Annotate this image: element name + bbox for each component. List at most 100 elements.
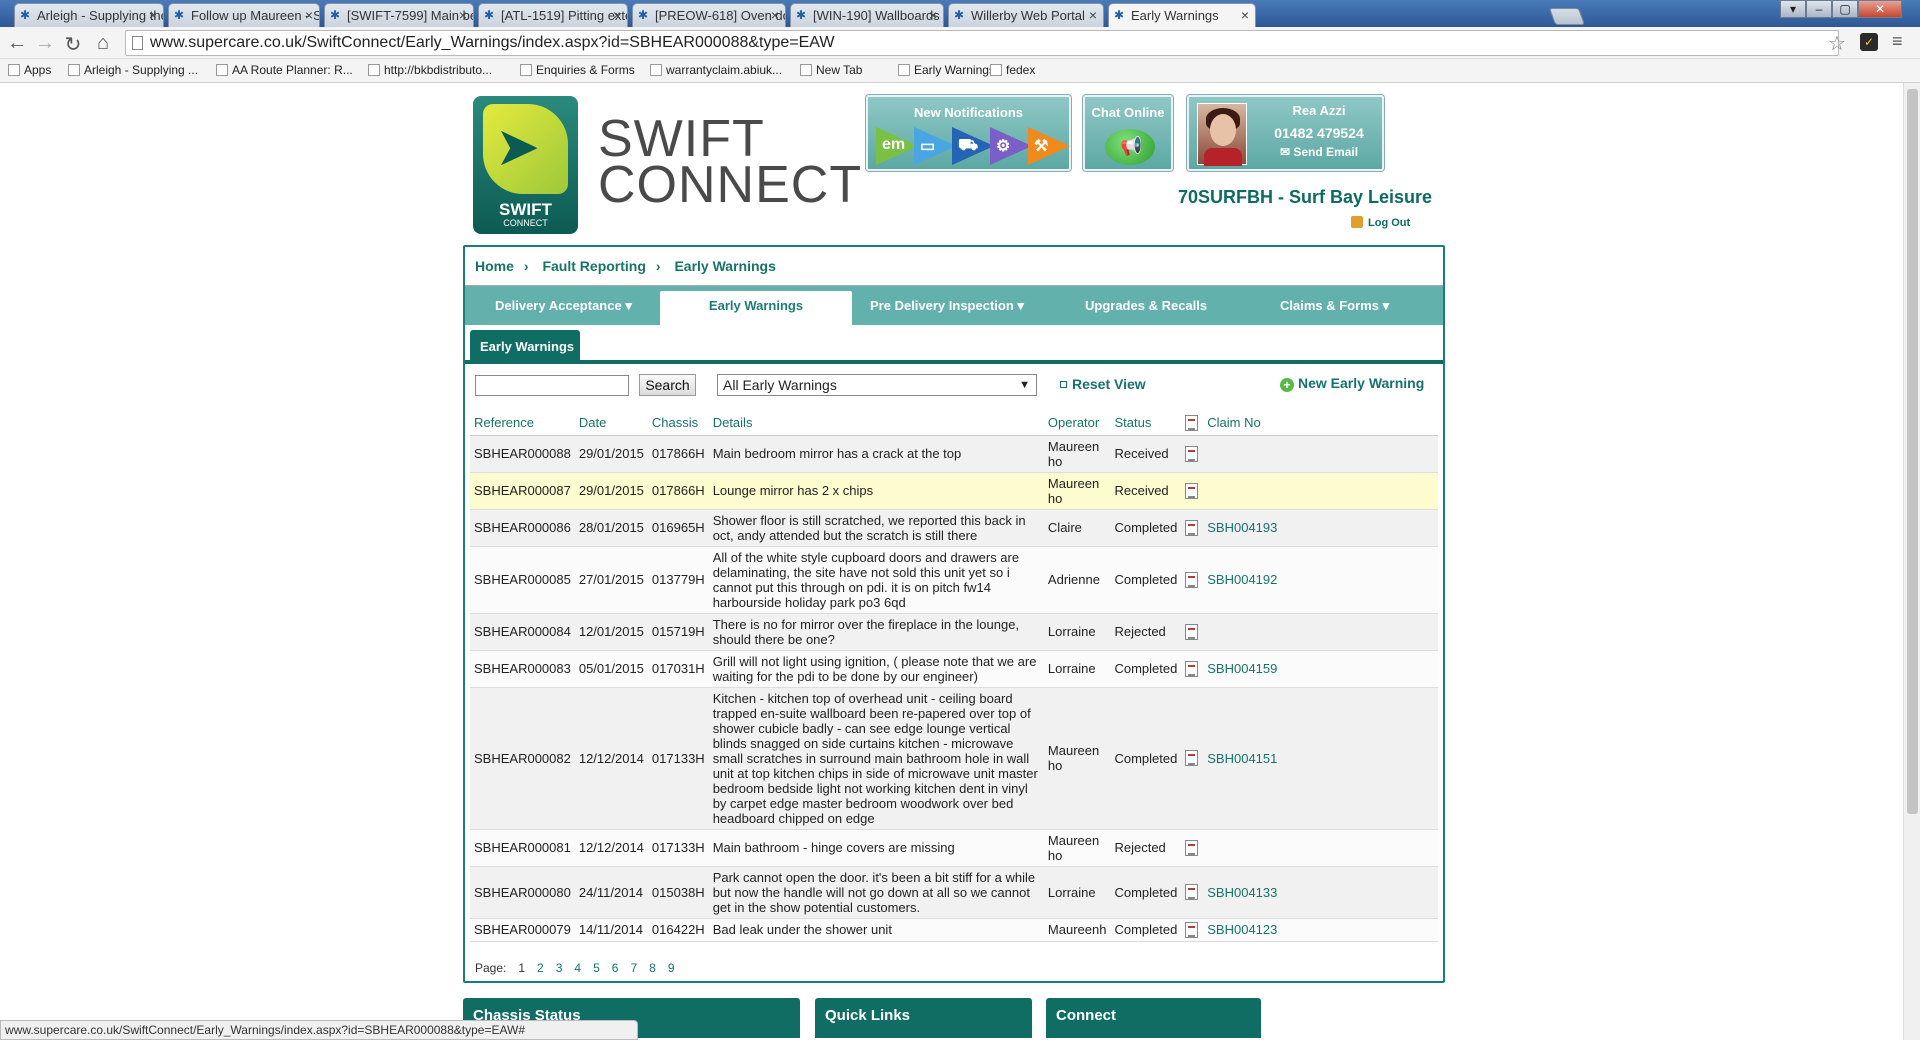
table-row[interactable]: SBHEAR000085 27/01/2015 013779H All of the … — [470, 546, 1438, 614]
warning-filter-select[interactable]: All Early Warnings ▼ — [717, 374, 1037, 396]
cell-claim-no[interactable] — [1203, 613, 1438, 651]
menu-icon[interactable]: ≡ — [1892, 31, 1903, 52]
cell-claim-no[interactable] — [1203, 829, 1438, 867]
chat-widget[interactable]: Chat Online 📢 — [1083, 95, 1173, 171]
tab-close-icon[interactable]: × — [929, 7, 937, 23]
cell-document[interactable] — [1181, 509, 1204, 547]
page-link[interactable]: 4 — [574, 961, 581, 975]
browser-tab[interactable]: ✱ Follow up Maureen - Surf× — [168, 3, 320, 27]
notification-category-icon[interactable]: ⚒ — [1028, 127, 1072, 165]
table-row[interactable]: SBHEAR000082 12/12/2014 017133H Kitchen - k… — [470, 687, 1438, 830]
breadcrumb-home[interactable]: Home — [475, 258, 514, 274]
tab-close-icon[interactable]: × — [771, 7, 779, 23]
tab-close-icon[interactable]: × — [459, 7, 467, 23]
column-header[interactable]: Operator — [1043, 411, 1111, 436]
new-tab-button[interactable] — [1548, 8, 1586, 25]
cell-claim-no[interactable]: SBH004192 — [1203, 546, 1438, 614]
bookmark-item[interactable]: fedex — [990, 63, 1035, 77]
column-header[interactable]: Date — [574, 411, 648, 436]
document-icon[interactable] — [1185, 839, 1199, 856]
nav-delivery-acceptance[interactable]: Delivery Acceptance ▾ — [495, 298, 632, 314]
page-link[interactable]: 6 — [612, 961, 619, 975]
address-bar[interactable]: www.supercare.co.uk/SwiftConnect/Early_W… — [125, 30, 1839, 56]
bookmark-item[interactable]: Arleigh - Supplying ... — [68, 63, 198, 77]
page-link[interactable]: 8 — [649, 961, 656, 975]
document-icon[interactable] — [1185, 623, 1199, 640]
page-scrollbar[interactable] — [1903, 83, 1920, 1040]
bookmark-star-icon[interactable]: ☆ — [1828, 31, 1846, 56]
nav-early-warnings[interactable]: Early Warnings — [660, 291, 852, 326]
cell-claim-no[interactable]: SBH004159 — [1203, 650, 1438, 688]
document-icon[interactable] — [1185, 660, 1199, 677]
column-header[interactable]: Chassis — [647, 411, 709, 436]
page-link[interactable]: 9 — [668, 961, 675, 975]
cell-document[interactable] — [1181, 472, 1204, 510]
column-header[interactable] — [1181, 411, 1204, 436]
bookmark-item[interactable]: Early Warnings — [898, 63, 995, 77]
column-header[interactable]: Reference — [470, 411, 575, 436]
page-link[interactable]: 3 — [556, 961, 563, 975]
page-link[interactable]: 1 — [518, 961, 525, 975]
tab-close-icon[interactable]: × — [1089, 7, 1097, 23]
cell-document[interactable] — [1181, 650, 1204, 688]
bookmark-item[interactable]: New Tab — [800, 63, 862, 77]
cell-document[interactable] — [1181, 546, 1204, 614]
table-row[interactable]: SBHEAR000079 14/11/2014 016422H Bad leak un… — [470, 918, 1438, 943]
nav-pre-delivery-inspection[interactable]: Pre Delivery Inspection ▾ — [870, 298, 1024, 314]
table-row[interactable]: SBHEAR000086 28/01/2015 016965H Shower floo… — [470, 509, 1438, 547]
browser-tab[interactable]: ✱ Willerby Web Portal × — [948, 3, 1104, 27]
minimize-button[interactable]: – — [1806, 0, 1832, 18]
browser-tab[interactable]: ✱ [SWIFT-7599] Main bedro× — [324, 3, 474, 27]
table-row[interactable]: SBHEAR000081 12/12/2014 017133H Main bathro… — [470, 829, 1438, 867]
cell-claim-no[interactable]: SBH004123 — [1203, 918, 1438, 943]
cell-claim-no[interactable]: SBH004151 — [1203, 687, 1438, 830]
search-input[interactable] — [475, 375, 629, 396]
table-row[interactable]: SBHEAR000080 24/11/2014 015038H Park cannot… — [470, 866, 1438, 919]
bookmark-item[interactable]: AA Route Planner: R... — [216, 63, 353, 77]
logout-link[interactable]: Log Out — [1351, 216, 1410, 229]
reset-view-link[interactable]: Reset View — [1060, 376, 1146, 392]
bookmark-item[interactable]: Apps — [8, 63, 51, 77]
document-icon[interactable] — [1185, 519, 1199, 536]
column-header[interactable]: Details — [708, 411, 1044, 436]
cell-document[interactable] — [1181, 687, 1204, 830]
maximize-button[interactable]: ▢ — [1832, 0, 1858, 18]
home-icon[interactable]: ⌂ — [91, 32, 115, 55]
forward-icon[interactable]: → — [33, 32, 57, 55]
tab-close-icon[interactable]: × — [149, 7, 157, 23]
table-row[interactable]: SBHEAR000088 29/01/2015 017866H Main bedroo… — [470, 435, 1438, 473]
reload-icon[interactable]: ↻ — [61, 32, 85, 57]
chat-bubble-icon[interactable]: 📢 — [1105, 129, 1155, 165]
send-email-link[interactable]: ✉ Send Email — [1259, 145, 1379, 159]
cell-claim-no[interactable]: SBH004193 — [1203, 509, 1438, 547]
breadcrumb-fault-reporting[interactable]: Fault Reporting — [542, 258, 645, 274]
window-switch-button[interactable]: ▾ — [1780, 0, 1806, 18]
document-icon[interactable] — [1185, 445, 1199, 462]
cell-document[interactable] — [1181, 866, 1204, 919]
cell-document[interactable] — [1181, 435, 1204, 473]
page-link[interactable]: 5 — [593, 961, 600, 975]
nav-claims-forms[interactable]: Claims & Forms ▾ — [1280, 298, 1389, 314]
page-link[interactable]: 7 — [630, 961, 637, 975]
cell-document[interactable] — [1181, 918, 1204, 943]
cell-document[interactable] — [1181, 829, 1204, 867]
nav-upgrades-recalls[interactable]: Upgrades & Recalls — [1085, 298, 1207, 313]
document-icon[interactable] — [1185, 884, 1199, 901]
cell-claim-no[interactable]: SBH004133 — [1203, 866, 1438, 919]
bookmark-item[interactable]: Enquiries & Forms — [520, 63, 635, 77]
back-icon[interactable]: ← — [5, 32, 29, 55]
window-close-button[interactable]: ✕ — [1858, 0, 1902, 18]
scrollbar-thumb[interactable] — [1907, 89, 1918, 814]
extension-icon[interactable]: ✓ — [1860, 33, 1878, 51]
cell-document[interactable] — [1181, 613, 1204, 651]
cell-claim-no[interactable] — [1203, 472, 1438, 510]
table-row[interactable]: SBHEAR000083 05/01/2015 017031H Grill will … — [470, 650, 1438, 688]
browser-tab[interactable]: ✱ [ATL-1519] Pitting exterio× — [478, 3, 628, 27]
subtab-early-warnings[interactable]: Early Warnings — [470, 330, 580, 360]
search-button[interactable]: Search — [639, 374, 696, 396]
bookmark-item[interactable]: warrantyclaim.abiuk... — [650, 63, 782, 77]
new-early-warning-link[interactable]: + New Early Warning — [1280, 375, 1424, 392]
cell-claim-no[interactable] — [1203, 435, 1438, 473]
browser-tab[interactable]: ✱ Early Warnings × — [1108, 3, 1256, 27]
column-header[interactable]: Status — [1110, 411, 1182, 436]
